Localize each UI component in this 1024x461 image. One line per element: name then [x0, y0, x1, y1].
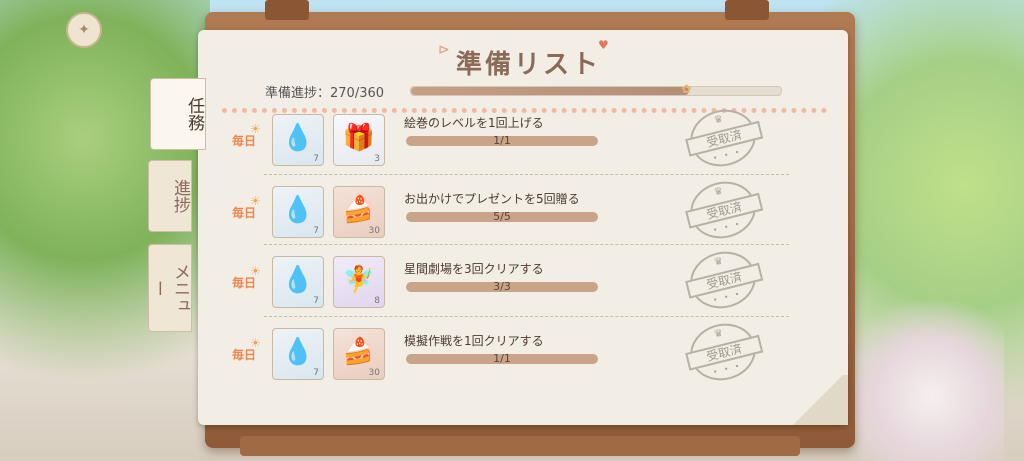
reward-item[interactable]: 💧 7: [272, 328, 324, 380]
strawberry-cake-icon: 🍰: [342, 195, 376, 225]
crystal-bottle-icon: 💧: [281, 265, 315, 295]
task-progress-text: 1/1: [493, 352, 511, 365]
claimed-stamp: ♛ 受取済 • • •: [684, 102, 764, 174]
reward-item[interactable]: 🎁 3: [333, 114, 385, 166]
menu-emblem-icon[interactable]: ✦: [66, 12, 102, 48]
task-progress-text: 1/1: [493, 134, 511, 147]
reward-count: 7: [313, 368, 319, 378]
overall-progress-bar: [410, 86, 782, 96]
reward-count: 7: [313, 226, 319, 236]
sun-icon: ☀: [250, 336, 261, 350]
crystal-bottle-icon: 💧: [281, 195, 315, 225]
reward-item[interactable]: 🍰 30: [333, 328, 385, 380]
tab-tasks[interactable]: 任務: [150, 78, 206, 150]
task-description: 星間劇場を3回クリアする: [404, 262, 544, 276]
reward-count: 30: [368, 226, 380, 236]
easel-leg: [265, 0, 309, 20]
claimed-stamp: ♛ 受取済 • • •: [684, 316, 764, 388]
reward-item[interactable]: 💧 7: [272, 186, 324, 238]
task-description: 模擬作戦を1回クリアする: [404, 334, 544, 348]
sparkle-icon: ✿: [681, 82, 692, 96]
task-row: 毎日 ☀ 💧 7 🧚 8 星間劇場を3回クリアする 3/3 ♛ 受取済 • • •: [222, 244, 802, 318]
strawberry-cake-icon: 🍰: [342, 337, 376, 367]
task-description: お出かけでプレゼントを5回贈る: [404, 192, 580, 206]
tab-progress[interactable]: 進捗: [148, 160, 192, 232]
reward-count: 8: [374, 296, 380, 306]
reward-count: 7: [313, 296, 319, 306]
overall-progress-label: 準備進捗：270/360: [265, 86, 385, 101]
overall-progress-fill: [411, 87, 689, 95]
crystal-bottle-icon: 💧: [281, 123, 315, 153]
tab-menu[interactable]: メニュー: [148, 244, 192, 332]
crystal-bottle-icon: 💧: [281, 337, 315, 367]
claimed-stamp: ♛ 受取済 • • •: [684, 174, 764, 246]
easel-leg: [725, 0, 769, 20]
panel-title: 準備リスト: [456, 50, 602, 80]
reward-count: 30: [368, 368, 380, 378]
reward-item[interactable]: 🧚 8: [333, 256, 385, 308]
gift-box-icon: 🎁: [342, 123, 376, 153]
reward-count: 3: [374, 154, 380, 164]
sun-icon: ☀: [250, 122, 261, 136]
task-row: 毎日 ☀ 💧 7 🎁 3 絵巻のレベルを1回上げる 1/1 ♛ 受取済 • • •: [222, 102, 802, 182]
reward-item[interactable]: 💧 7: [272, 114, 324, 166]
task-row: 毎日 ☀ 💧 7 🍰 30 模擬作戦を1回クリアする 1/1 ♛ 受取済 • • •: [222, 316, 802, 390]
sun-icon: ☀: [250, 264, 261, 278]
heart-icon: ♥: [598, 38, 609, 52]
reward-count: 7: [313, 154, 319, 164]
flag-icon: ⊳: [438, 42, 450, 58]
task-row: 毎日 ☀ 💧 7 🍰 30 お出かけでプレゼントを5回贈る 5/5 ♛ 受取済 • • •: [222, 174, 802, 248]
task-description: 絵巻のレベルを1回上げる: [404, 116, 544, 130]
claimed-stamp: ♛ 受取済 • • •: [684, 244, 764, 316]
reward-item[interactable]: 💧 7: [272, 256, 324, 308]
task-progress-text: 5/5: [493, 210, 511, 223]
easel-base: [240, 436, 800, 456]
reward-item[interactable]: 🍰 30: [333, 186, 385, 238]
task-progress-text: 3/3: [493, 280, 511, 293]
fairy-figure-icon: 🧚: [342, 265, 376, 295]
sun-icon: ☀: [250, 194, 261, 208]
